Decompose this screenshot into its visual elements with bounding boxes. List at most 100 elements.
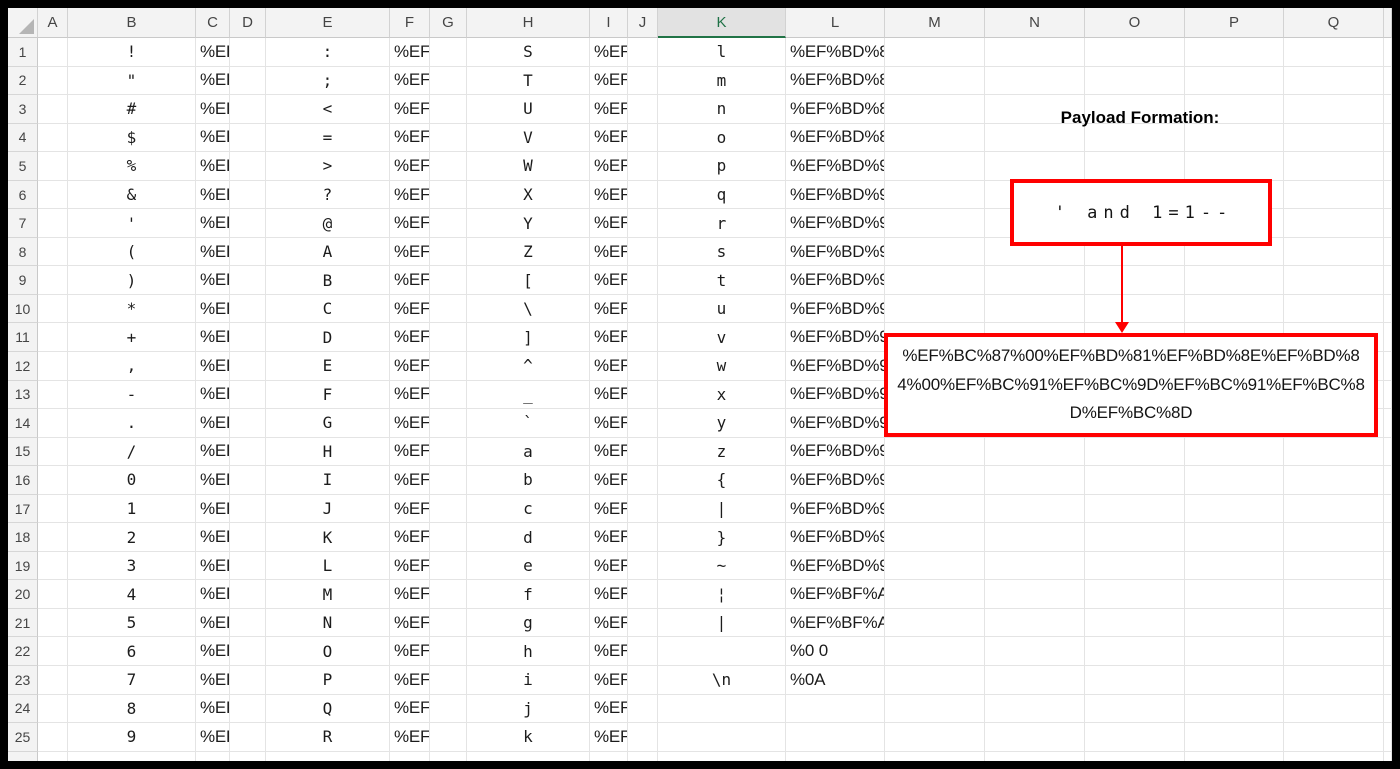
cell-E4[interactable]: = xyxy=(266,123,390,153)
cell-C10[interactable]: %EF%BC%8A xyxy=(196,294,230,324)
cell-I10[interactable]: %EF%BC%BC xyxy=(590,294,628,324)
cell-G21[interactable] xyxy=(430,608,467,638)
col-header-A[interactable]: A xyxy=(38,8,68,38)
cell-F19[interactable]: %EF%BC%AC xyxy=(390,551,430,581)
cell-C24[interactable]: %EF%BC%98 xyxy=(196,694,230,724)
cell-K16[interactable]: { xyxy=(658,466,786,495)
cell-C2[interactable]: %EF%BC%82 xyxy=(196,66,230,96)
cell-H21[interactable]: g xyxy=(467,608,590,638)
cell-J9[interactable] xyxy=(628,266,658,295)
cell-L24[interactable] xyxy=(786,694,885,724)
col-header-H[interactable]: H xyxy=(467,8,590,38)
cell-B2[interactable]: " xyxy=(68,66,196,96)
cell-A23[interactable] xyxy=(38,666,68,695)
cell-O22[interactable] xyxy=(1085,637,1185,667)
cell-G14[interactable] xyxy=(430,409,467,438)
row-header-10[interactable]: 10 xyxy=(8,294,38,324)
row-header-13[interactable]: 13 xyxy=(8,380,38,410)
row-header-19[interactable]: 19 xyxy=(8,551,38,581)
cell-M7[interactable] xyxy=(885,209,985,238)
cell-D3[interactable] xyxy=(230,95,266,124)
cell-J3[interactable] xyxy=(628,95,658,124)
cell-L21[interactable]: %EF%BF%A8 xyxy=(786,608,885,638)
cell-E19[interactable]: L xyxy=(266,551,390,581)
cell-B7[interactable]: ' xyxy=(68,209,196,238)
cell-F2[interactable]: %EF%BC%9B xyxy=(390,66,430,96)
cell-M10[interactable] xyxy=(885,294,985,324)
cell-J23[interactable] xyxy=(628,666,658,695)
cell-N2[interactable] xyxy=(985,66,1085,96)
cell-J1[interactable] xyxy=(628,38,658,67)
cell-M22[interactable] xyxy=(885,637,985,667)
cell-H25[interactable]: k xyxy=(467,723,590,752)
cell-B4[interactable]: $ xyxy=(68,123,196,153)
cell-G24[interactable] xyxy=(430,694,467,724)
cell-C7[interactable]: %EF%BC%87 xyxy=(196,209,230,238)
cell-L1[interactable]: %EF%BD%8C xyxy=(786,38,885,67)
cell-M9[interactable] xyxy=(885,266,985,295)
cell-Q25[interactable] xyxy=(1284,723,1384,752)
cell-J17[interactable] xyxy=(628,494,658,524)
col-header-N[interactable]: N xyxy=(985,8,1085,38)
cell-B8[interactable]: ( xyxy=(68,237,196,267)
cell-I7[interactable]: %EF%BC%B9 xyxy=(590,209,628,238)
cell-L5[interactable]: %EF%BD%90 xyxy=(786,152,885,181)
cell-C9[interactable]: %EF%BC%89 xyxy=(196,266,230,295)
cell-B14[interactable]: . xyxy=(68,409,196,438)
cell-J20[interactable] xyxy=(628,580,658,609)
cell-H13[interactable]: _ xyxy=(467,380,590,410)
cell-H15[interactable]: a xyxy=(467,437,590,467)
cell-O1[interactable] xyxy=(1085,38,1185,67)
cell-K23[interactable]: \n xyxy=(658,666,786,695)
cell-P15[interactable] xyxy=(1185,437,1284,467)
cell-H2[interactable]: T xyxy=(467,66,590,96)
row-header-5[interactable]: 5 xyxy=(8,152,38,181)
cell-P5[interactable] xyxy=(1185,152,1284,181)
cell-M16[interactable] xyxy=(885,466,985,495)
cell-G25[interactable] xyxy=(430,723,467,752)
cell-F10[interactable]: %EF%BC%A3 xyxy=(390,294,430,324)
cell-G11[interactable] xyxy=(430,323,467,353)
col-header-M[interactable]: M xyxy=(885,8,985,38)
cell-K2[interactable]: m xyxy=(658,66,786,96)
cell-Q15[interactable] xyxy=(1284,437,1384,467)
cell-E12[interactable]: E xyxy=(266,352,390,381)
cell-I18[interactable]: %EF%BD%84 xyxy=(590,523,628,552)
cell-M6[interactable] xyxy=(885,180,985,210)
cell-F7[interactable]: %EF%BC%A0 xyxy=(390,209,430,238)
cell-A12[interactable] xyxy=(38,352,68,381)
cell-Q4[interactable] xyxy=(1284,123,1384,153)
cell-F3[interactable]: %EF%BC%9C xyxy=(390,95,430,124)
cell-J11[interactable] xyxy=(628,323,658,353)
row-header-25[interactable]: 25 xyxy=(8,723,38,752)
cell-B10[interactable]: * xyxy=(68,294,196,324)
cell-C19[interactable]: %EF%BC%93 xyxy=(196,551,230,581)
cell-L20[interactable]: %EF%BF%A4 xyxy=(786,580,885,609)
cell-G18[interactable] xyxy=(430,523,467,552)
cell-E20[interactable]: M xyxy=(266,580,390,609)
cell-E24[interactable]: Q xyxy=(266,694,390,724)
cell-D7[interactable] xyxy=(230,209,266,238)
cell-O21[interactable] xyxy=(1085,608,1185,638)
cell-I14[interactable]: %EF%BD%80 xyxy=(590,409,628,438)
cell-B22[interactable]: 6 xyxy=(68,637,196,667)
cell-P24[interactable] xyxy=(1185,694,1284,724)
cell-F24[interactable]: %EF%BC%B1 xyxy=(390,694,430,724)
cell-J14[interactable] xyxy=(628,409,658,438)
cell-D25[interactable] xyxy=(230,723,266,752)
cell-E14[interactable]: G xyxy=(266,409,390,438)
cell-A2[interactable] xyxy=(38,66,68,96)
cell-D16[interactable] xyxy=(230,466,266,495)
row-header-11[interactable]: 11 xyxy=(8,323,38,353)
cell-D20[interactable] xyxy=(230,580,266,609)
cell-L11[interactable]: %EF%BD%96 xyxy=(786,323,885,353)
cell-N10[interactable] xyxy=(985,294,1085,324)
cell-E17[interactable]: J xyxy=(266,494,390,524)
cell-I15[interactable]: %EF%BD%81 xyxy=(590,437,628,467)
cell-I11[interactable]: %EF%BC%BD xyxy=(590,323,628,353)
cell-H6[interactable]: X xyxy=(467,180,590,210)
cell-C1[interactable]: %EF%BC%81 xyxy=(196,38,230,67)
cell-K24[interactable] xyxy=(658,694,786,724)
cell-L6[interactable]: %EF%BD%91 xyxy=(786,180,885,210)
payload-plain-box[interactable]: ' and 1=1-- xyxy=(1010,179,1272,246)
